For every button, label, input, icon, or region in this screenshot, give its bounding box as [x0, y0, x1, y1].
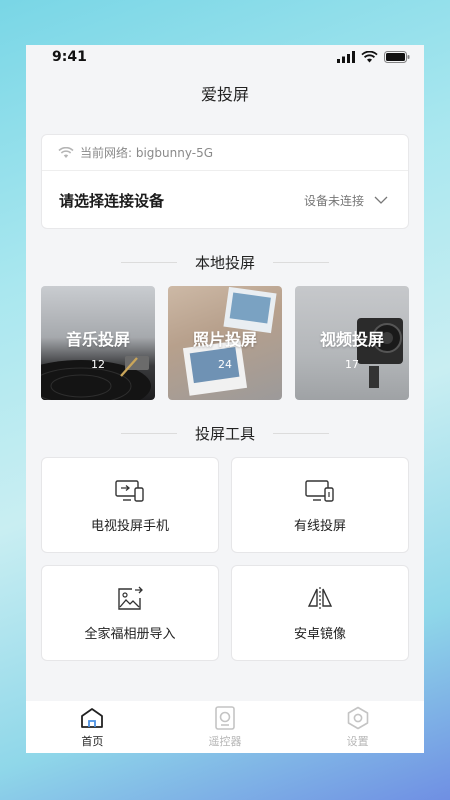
home-icon	[80, 705, 104, 731]
tab-remote[interactable]: 遥控器	[185, 705, 265, 749]
tool-tv-to-phone-label: 电视投屏手机	[90, 518, 169, 534]
tab-settings-label: 设置	[346, 735, 369, 748]
tool-android-mirror[interactable]: 安卓镜像	[231, 565, 409, 661]
tab-home-label: 首页	[81, 735, 104, 748]
network-label: 当前网络: bigbunny-5G	[80, 146, 214, 160]
device-status-label: 设备未连接	[303, 193, 364, 208]
tile-photo[interactable]: 照片投屏 24	[168, 286, 282, 400]
network-row: 当前网络: bigbunny-5G	[42, 135, 408, 171]
wifi-icon	[361, 50, 378, 67]
tab-settings[interactable]: 设置	[318, 705, 398, 749]
divider	[273, 433, 329, 434]
tool-photo-import-label: 全家福相册导入	[84, 626, 176, 642]
tile-photo-label: 照片投屏	[192, 330, 257, 349]
status-icons	[337, 50, 410, 67]
mirror-icon	[306, 585, 334, 613]
local-section-label: 本地投屏	[194, 254, 255, 272]
settings-icon	[346, 705, 370, 731]
tile-video-count: 17	[345, 358, 359, 371]
nav-bar: 爱投屏	[26, 71, 424, 115]
status-bar: 9:41	[26, 45, 424, 71]
tile-music-label: 音乐投屏	[65, 330, 130, 349]
tile-music[interactable]: 音乐投屏 12	[41, 286, 155, 400]
tile-photo-count: 24	[218, 358, 232, 371]
tab-home[interactable]: 首页	[52, 705, 132, 749]
tile-video[interactable]: 视频投屏 17	[295, 286, 409, 400]
page-title: 爱投屏	[200, 85, 249, 104]
device-status[interactable]: 设备未连接	[304, 192, 388, 209]
choose-device-label: 请选择连接设备	[59, 191, 165, 210]
tool-wired-cast[interactable]: 有线投屏	[231, 457, 409, 553]
tool-android-mirror-label: 安卓镜像	[293, 626, 346, 642]
chevron-down-icon	[374, 193, 388, 207]
device-select-row[interactable]: 请选择连接设备 设备未连接	[42, 171, 408, 229]
photo-import-icon	[116, 585, 144, 613]
battery-icon	[384, 51, 410, 67]
wired-cast-icon	[305, 477, 335, 505]
remote-icon	[214, 705, 236, 731]
status-time: 9:41	[52, 49, 87, 65]
tools-section-label: 投屏工具	[194, 425, 255, 443]
divider	[120, 262, 177, 263]
device-card: 当前网络: bigbunny-5G 请选择连接设备 设备未连接	[41, 134, 409, 229]
tv-to-phone-icon	[115, 477, 145, 505]
tile-music-count: 12	[91, 358, 105, 371]
tool-wired-cast-label: 有线投屏	[293, 518, 346, 534]
local-tiles: 音乐投屏 12 照片投屏 24 视频投屏 17	[41, 286, 409, 400]
tab-remote-label: 遥控器	[208, 735, 242, 748]
local-section-title: 本地投屏	[26, 252, 424, 273]
tool-tv-to-phone[interactable]: 电视投屏手机	[41, 457, 219, 553]
phone-screen: 9:41 爱投屏 当前网络: bigbunny-5G 请选择连接设备 设备未连接…	[26, 45, 424, 753]
signal-icon	[337, 51, 355, 67]
tab-bar: 首页 遥控器 设置	[26, 701, 424, 753]
divider	[273, 262, 329, 263]
tools-grid: 电视投屏手机 有线投屏 全家福相册导入 安卓镜像	[41, 457, 409, 662]
tile-video-label: 视频投屏	[319, 330, 384, 349]
tools-section-title: 投屏工具	[26, 423, 424, 444]
divider	[120, 433, 177, 434]
tool-photo-import[interactable]: 全家福相册导入	[41, 565, 219, 661]
wifi-icon	[58, 146, 74, 159]
